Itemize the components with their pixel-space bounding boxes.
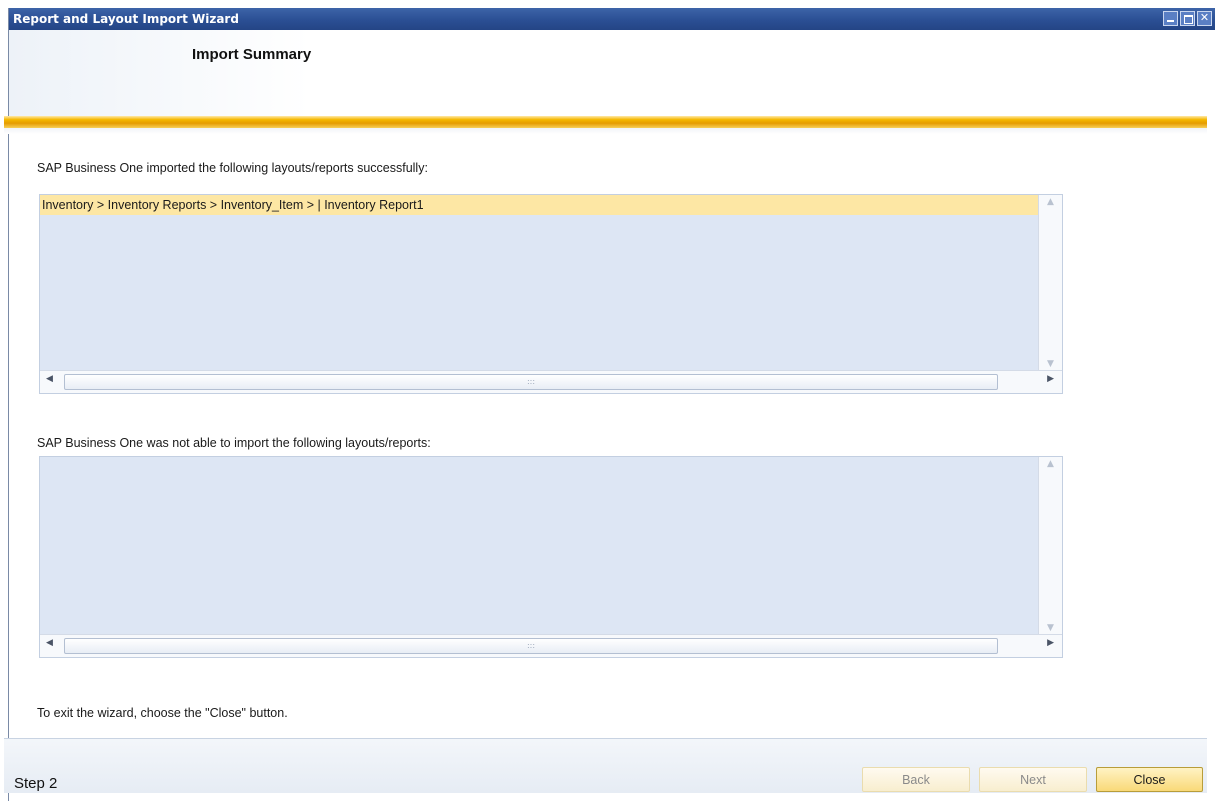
scroll-up-icon[interactable]: ▲ xyxy=(1039,197,1062,207)
scroll-down-icon[interactable]: ▼ xyxy=(1039,623,1062,633)
vertical-scrollbar[interactable]: ▲ ▼ xyxy=(1038,457,1062,635)
page-title: Import Summary xyxy=(192,46,312,63)
header-band xyxy=(9,30,1215,118)
back-button[interactable]: Back xyxy=(862,767,970,792)
success-label: SAP Business One imported the following … xyxy=(37,161,428,175)
step-label: Step 2 xyxy=(14,775,58,792)
close-icon[interactable]: ✕ xyxy=(1197,11,1212,26)
window-title: Report and Layout Import Wizard xyxy=(13,12,239,26)
horizontal-scrollbar[interactable]: ◀ ::: ▶ xyxy=(40,370,1062,393)
scroll-left-icon[interactable]: ◀ xyxy=(46,638,53,648)
maximize-icon[interactable] xyxy=(1180,11,1195,26)
horizontal-scrollbar[interactable]: ◀ ::: ▶ xyxy=(40,634,1062,657)
scroll-down-icon[interactable]: ▼ xyxy=(1039,359,1062,369)
scroll-thumb[interactable]: ::: xyxy=(64,638,998,654)
scroll-right-icon[interactable]: ▶ xyxy=(1047,638,1054,648)
vertical-scrollbar[interactable]: ▲ ▼ xyxy=(1038,195,1062,371)
exit-hint: To exit the wizard, choose the "Close" b… xyxy=(37,706,288,720)
failed-label: SAP Business One was not able to import … xyxy=(37,436,431,450)
scroll-thumb[interactable]: ::: xyxy=(64,374,998,390)
next-button[interactable]: Next xyxy=(979,767,1087,792)
accent-divider xyxy=(4,116,1207,128)
scroll-right-icon[interactable]: ▶ xyxy=(1047,374,1054,384)
window-controls: ✕ xyxy=(1163,11,1212,26)
title-bar[interactable]: Report and Layout Import Wizard ✕ xyxy=(9,8,1215,30)
scroll-up-icon[interactable]: ▲ xyxy=(1039,459,1062,469)
minimize-icon[interactable] xyxy=(1163,11,1178,26)
close-button[interactable]: Close xyxy=(1096,767,1203,792)
failed-list[interactable]: ▲ ▼ ◀ ::: ▶ xyxy=(39,456,1063,658)
accent-shadow xyxy=(4,128,1207,134)
success-list[interactable]: Inventory > Inventory Reports > Inventor… xyxy=(39,194,1063,394)
scroll-left-icon[interactable]: ◀ xyxy=(46,374,53,384)
list-item[interactable]: Inventory > Inventory Reports > Inventor… xyxy=(40,195,1039,215)
